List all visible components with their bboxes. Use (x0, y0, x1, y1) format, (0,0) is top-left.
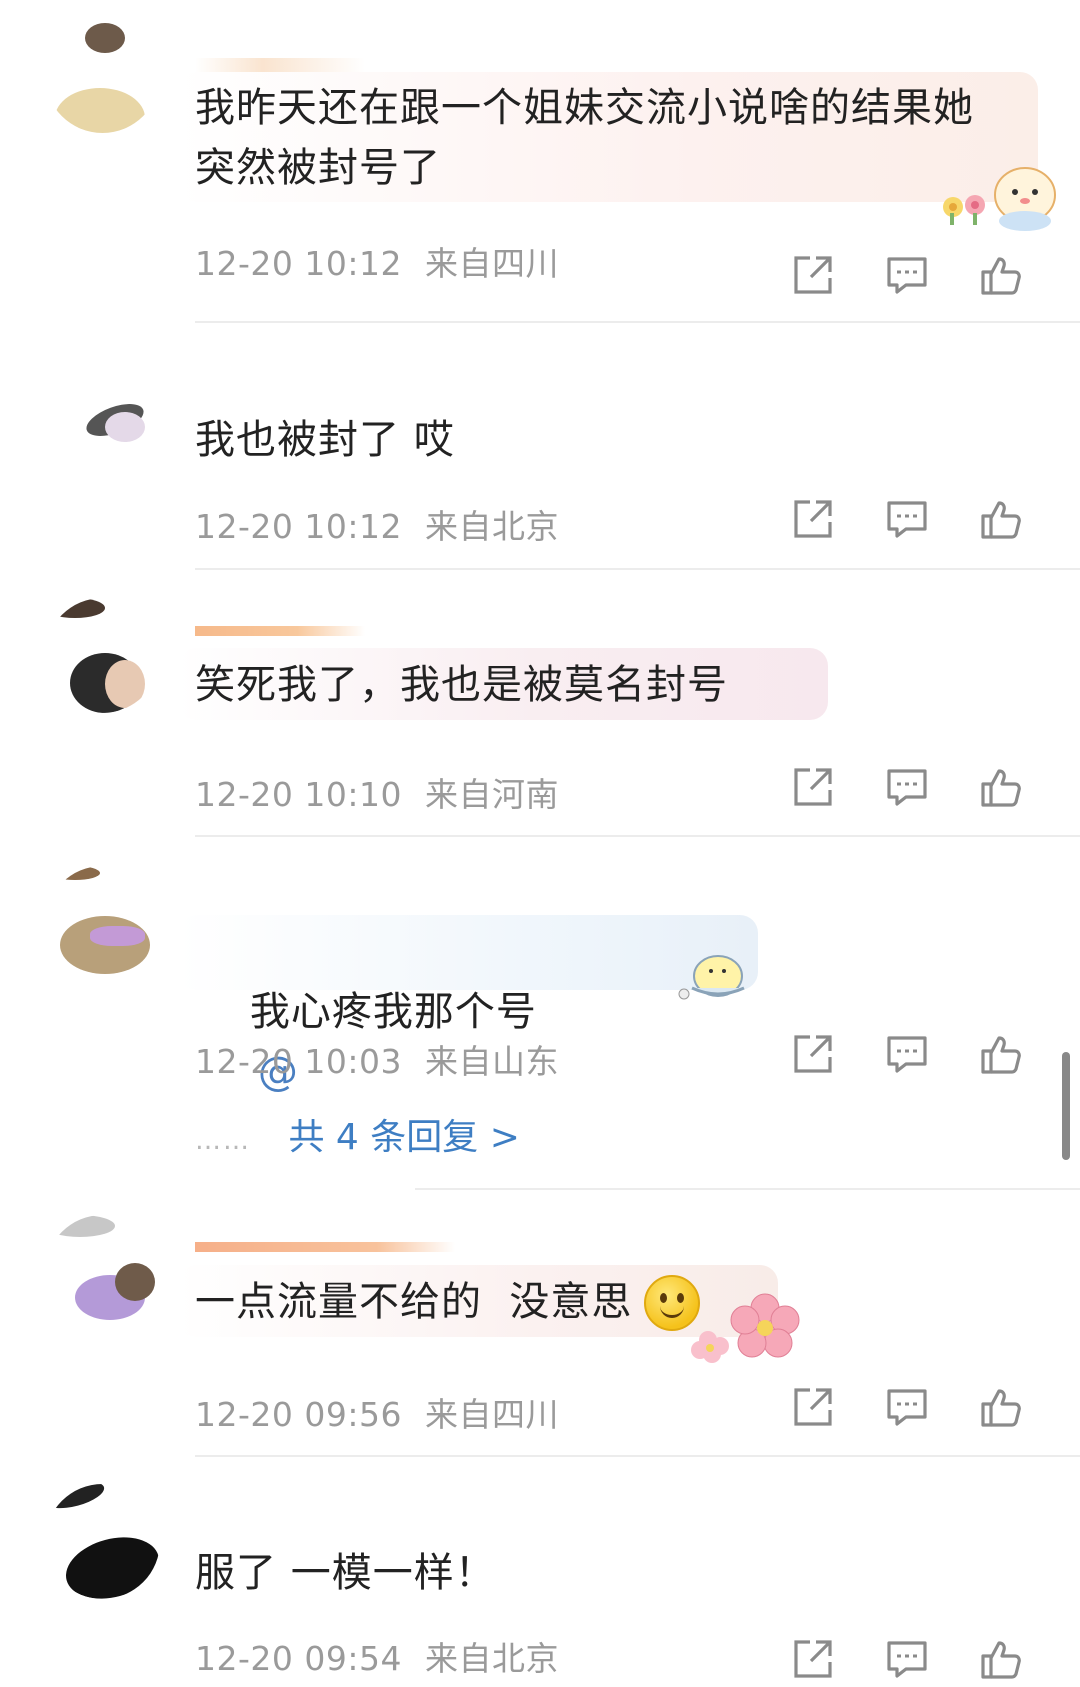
share-icon[interactable] (790, 764, 840, 814)
thumbs-up-icon[interactable] (978, 252, 1028, 302)
thumbs-up-icon[interactable] (978, 1636, 1028, 1686)
badge-strip (195, 626, 365, 636)
badge-strip (195, 1242, 455, 1252)
comment-meta: 12-20 09:54 来自北京 (195, 1632, 559, 1680)
view-replies-link[interactable]: …… 共 4 条回复 > (195, 1108, 520, 1160)
comment-location: 来自四川 (424, 1395, 559, 1434)
comment-icon[interactable] (884, 764, 934, 814)
comment-item: 我昨天还在跟一个姐妹交流小说啥的结果她 突然被封号了 12-20 10:12 来… (0, 0, 1080, 323)
comment-meta: 12-20 10:10 来自河南 (195, 768, 559, 816)
flower-sticker-icon (691, 1293, 800, 1363)
divider (195, 321, 1080, 323)
comment-actions (790, 764, 1040, 814)
avatar[interactable] (45, 598, 160, 713)
comment-text: 我昨天还在跟一个姐妹交流小说啥的结果她 突然被封号了 (195, 85, 974, 191)
avatar[interactable] (45, 1215, 160, 1330)
comment-time: 12-20 10:12 (195, 507, 402, 546)
comment-time: 12-20 09:54 (195, 1639, 402, 1678)
comment-actions (790, 496, 1040, 546)
comment-text: 一点流量不给的 没意思 (195, 1279, 633, 1325)
comment-location: 来自四川 (424, 244, 559, 283)
badge-strip (195, 58, 365, 72)
comment-actions (790, 1384, 1040, 1434)
scrollbar[interactable] (1062, 1052, 1070, 1160)
chick-sticker-icon (678, 955, 745, 1000)
comment-location: 来自北京 (424, 1639, 559, 1678)
avatar[interactable] (45, 18, 160, 133)
comment-time: 12-20 10:03 (195, 1042, 402, 1081)
comment-meta: 12-20 10:12 来自北京 (195, 500, 559, 548)
replies-label: 共 4 条回复 > (288, 1117, 520, 1158)
comment-meta: 12-20 10:12 来自四川 (195, 237, 559, 285)
comment-meta: 12-20 09:56 来自四川 (195, 1388, 559, 1436)
thumbs-up-icon[interactable] (978, 1384, 1028, 1434)
divider (195, 568, 1080, 570)
comment-icon[interactable] (884, 1636, 934, 1686)
avatar[interactable] (45, 866, 160, 981)
comment-location: 来自山东 (424, 1042, 559, 1081)
thumbs-up-icon[interactable] (978, 496, 1028, 546)
comment-icon[interactable] (884, 1031, 934, 1081)
comment-location: 来自北京 (424, 507, 559, 546)
comment-time: 12-20 10:10 (195, 775, 402, 814)
comment-body: 我心疼我那个号 (249, 989, 537, 1035)
avatar[interactable] (45, 352, 160, 467)
divider (195, 835, 1080, 837)
share-icon[interactable] (790, 496, 840, 546)
comment-icon[interactable] (884, 252, 934, 302)
comment-meta: 12-20 10:03 来自山东 (195, 1035, 559, 1083)
replies-dots: …… (195, 1126, 251, 1156)
comment-icon[interactable] (884, 496, 934, 546)
comment-text: 笑死我了，我也是被莫名封号 (195, 662, 728, 708)
thumbs-up-icon[interactable] (978, 1031, 1028, 1081)
share-icon[interactable] (790, 1384, 840, 1434)
divider (195, 1455, 1080, 1457)
comment-time: 12-20 10:12 (195, 244, 402, 283)
comment-icon[interactable] (884, 1384, 934, 1434)
comment-time: 12-20 09:56 (195, 1395, 402, 1434)
comment-actions (790, 1636, 1040, 1686)
comment-actions (790, 1031, 1040, 1081)
share-icon[interactable] (790, 1636, 840, 1686)
comment-actions (790, 252, 1040, 302)
avatar[interactable] (45, 1484, 160, 1599)
share-icon[interactable] (790, 1031, 840, 1081)
share-icon[interactable] (790, 252, 840, 302)
comment-text: 我也被封了 哎 (195, 417, 455, 463)
thumbs-up-icon[interactable] (978, 764, 1028, 814)
divider (415, 1188, 1080, 1190)
comment-location: 来自河南 (424, 775, 559, 814)
comment-text: 服了 一模一样！ (195, 1550, 496, 1596)
